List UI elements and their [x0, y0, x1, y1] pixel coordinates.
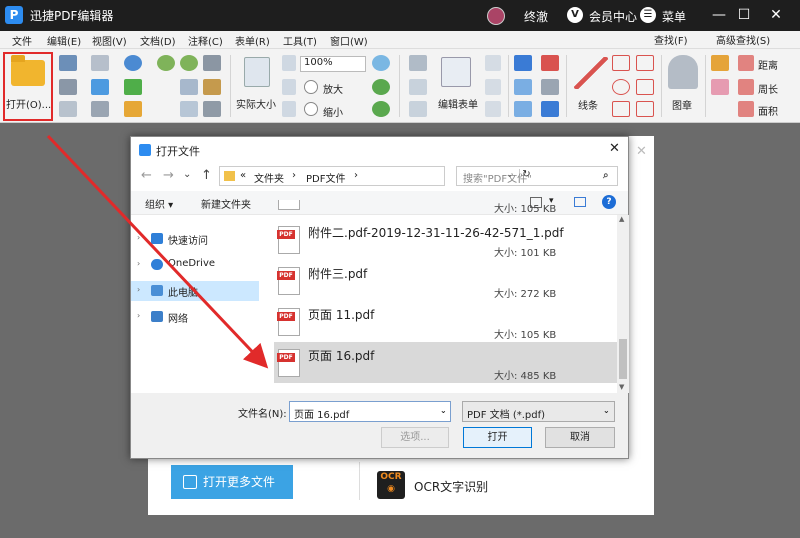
annotation-arrow — [46, 134, 269, 369]
